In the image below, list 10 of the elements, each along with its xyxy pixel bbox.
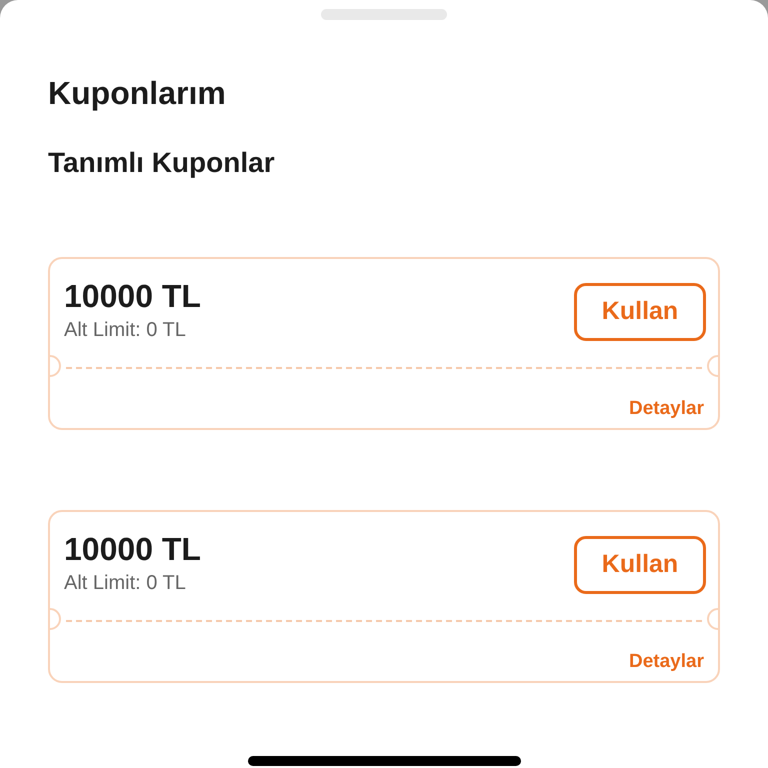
- use-button[interactable]: Kullan: [574, 283, 706, 341]
- details-link[interactable]: Detaylar: [629, 650, 704, 674]
- coupon-amount: 10000 TL: [64, 277, 201, 315]
- coupon-limit: Alt Limit: 0 TL: [64, 571, 187, 596]
- details-link[interactable]: Detaylar: [629, 397, 704, 421]
- section-title: Tanımlı Kuponlar: [48, 146, 275, 180]
- use-button[interactable]: Kullan: [574, 536, 706, 594]
- coupon-amount: 10000 TL: [64, 530, 201, 568]
- coupon-limit: Alt Limit: 0 TL: [64, 318, 187, 343]
- page-title: Kuponlarım: [48, 74, 226, 113]
